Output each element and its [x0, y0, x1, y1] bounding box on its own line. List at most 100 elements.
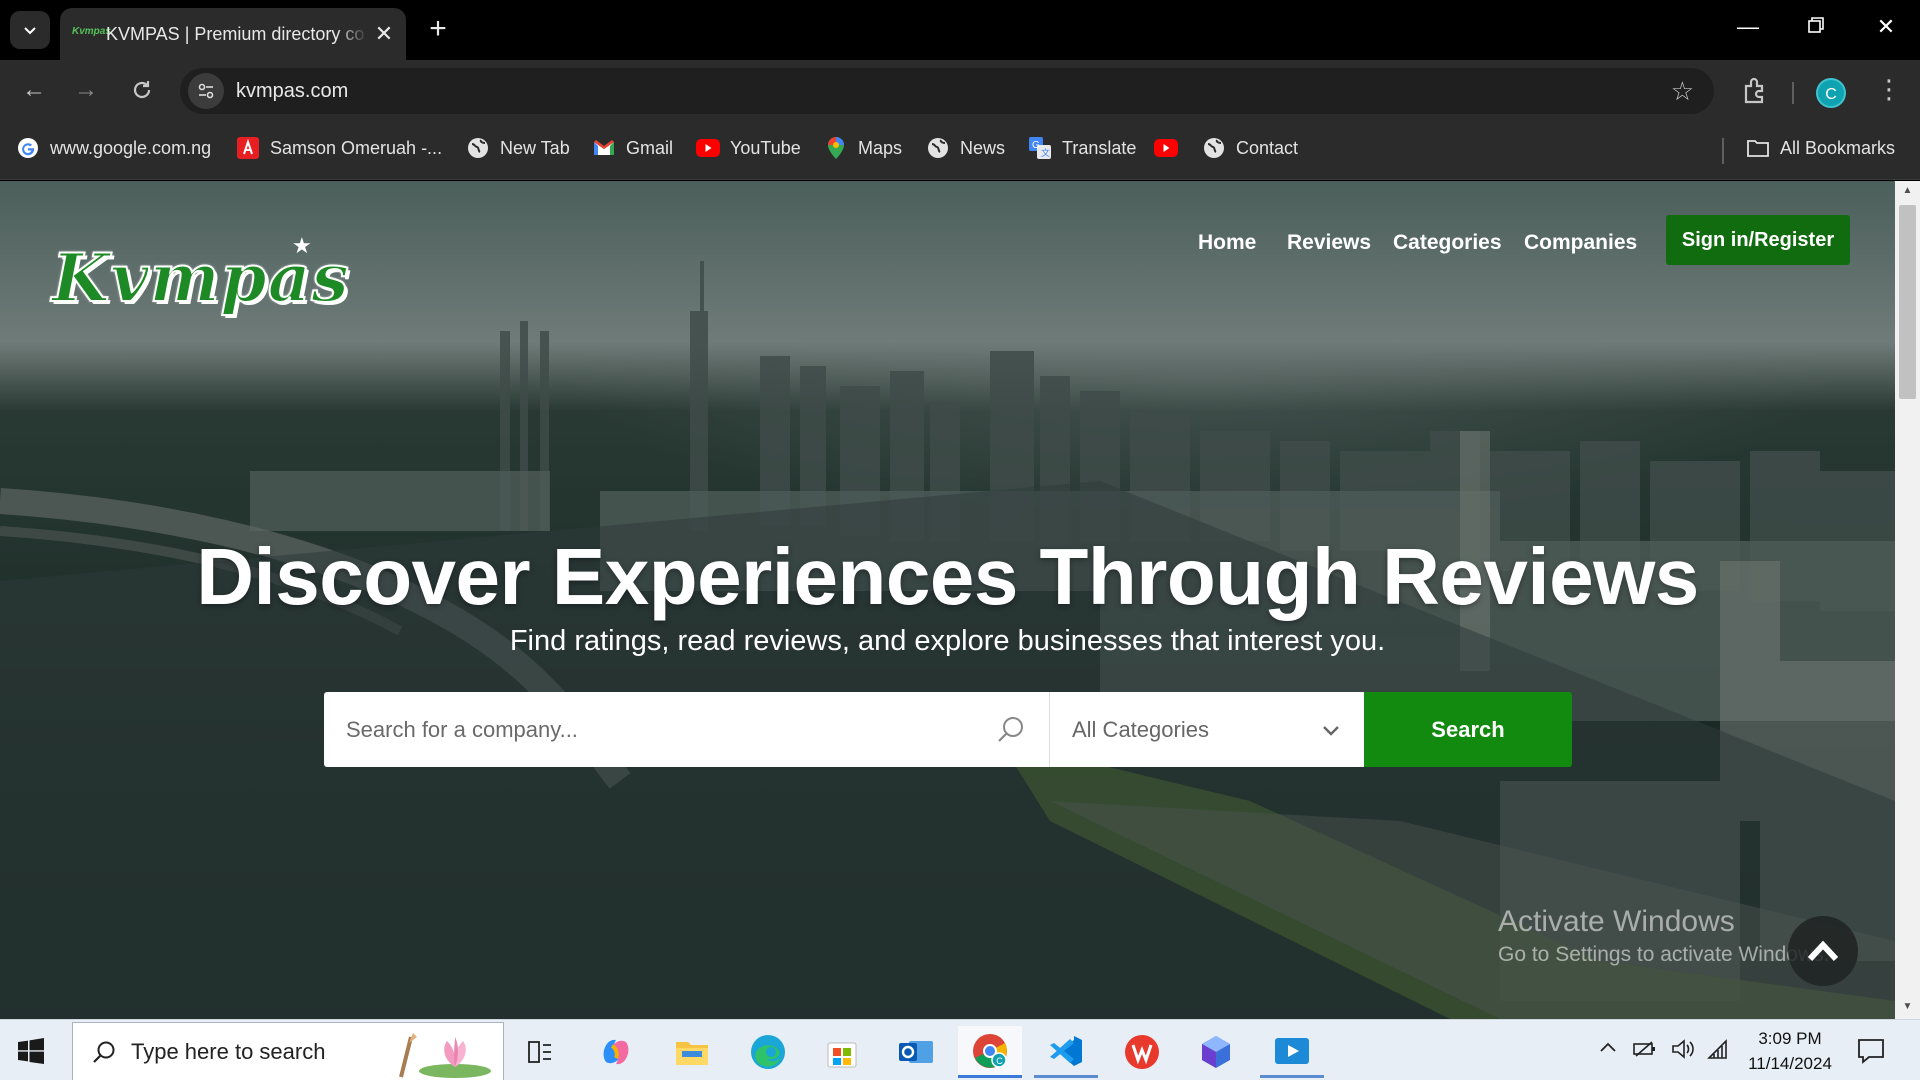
file-explorer-icon[interactable]	[660, 1026, 724, 1078]
youtube-icon	[696, 136, 720, 160]
notifications-icon[interactable]	[1856, 1036, 1886, 1066]
copilot-app-icon[interactable]	[1184, 1026, 1248, 1078]
activate-windows-watermark: Activate Windows Go to Settings to activ…	[1498, 905, 1830, 967]
folder-icon	[1746, 136, 1770, 160]
url-text: kvmpas.com	[236, 79, 349, 102]
bookmark-star-icon[interactable]: ☆	[1671, 76, 1694, 107]
address-bar[interactable]: kvmpas.com ☆	[180, 68, 1714, 114]
google-icon	[16, 136, 40, 160]
scrollbar-thumb[interactable]	[1899, 205, 1916, 399]
vscode-icon[interactable]	[1034, 1026, 1098, 1078]
kvmpas-homepage: Kvmpas ★ Home Reviews Categories Compani…	[0, 181, 1895, 1019]
category-selected-value: All Categories	[1072, 716, 1209, 742]
bookmark-label: YouTube	[730, 137, 801, 158]
all-bookmarks-button[interactable]: All Bookmarks	[1746, 136, 1895, 160]
bookmark-label: Contact	[1236, 137, 1299, 158]
nav-companies[interactable]: Companies	[1524, 231, 1637, 255]
hero-title: Discover Experiences Through Reviews	[196, 532, 1699, 621]
more-menu-icon[interactable]: ⋮	[1876, 74, 1902, 105]
clock-date: 11/14/2024	[1748, 1054, 1832, 1073]
page-scrollbar[interactable]: ▲ ▼	[1895, 181, 1920, 1019]
battery-charging-icon[interactable]	[1632, 1038, 1658, 1060]
bookmark-translate[interactable]: G文 Translate	[1028, 136, 1136, 160]
bookmark-label: News	[960, 137, 1006, 158]
extensions-icon[interactable]	[1740, 76, 1768, 104]
search-icon	[93, 1041, 115, 1063]
gmail-icon	[592, 136, 616, 160]
task-view-icon[interactable]	[508, 1026, 572, 1078]
lotus-decoration-icon	[399, 1033, 491, 1078]
chevron-up-icon[interactable]	[1598, 1038, 1618, 1058]
category-select[interactable]: All Categories	[1050, 692, 1364, 767]
nav-categories[interactable]: Categories	[1393, 231, 1502, 255]
wps-office-icon[interactable]	[1110, 1026, 1174, 1078]
bookmark-maps[interactable]: Maps	[824, 136, 902, 160]
new-tab-button[interactable]: +	[424, 14, 452, 44]
tab-strip: Kvmpas KVMPAS | Premium directory co ✕ +…	[0, 0, 1920, 60]
chevron-up-icon	[1807, 940, 1839, 962]
bookmark-google[interactable]: www.google.com.ng	[16, 136, 211, 160]
nav-reviews[interactable]: Reviews	[1287, 231, 1371, 255]
bookmark-samson[interactable]: Samson Omeruah -...	[236, 136, 442, 160]
taskbar-search-placeholder: Type here to search	[131, 1038, 326, 1064]
copilot-icon[interactable]	[584, 1026, 648, 1078]
bookmark-contact[interactable]: Contact	[1202, 136, 1298, 160]
kvmpas-favicon-icon: Kvmpas	[72, 26, 111, 37]
back-icon[interactable]: ←	[18, 74, 50, 106]
svg-text:G: G	[1032, 140, 1040, 151]
bookmark-youtube[interactable]: YouTube	[696, 136, 801, 160]
minimize-icon[interactable]: —	[1728, 14, 1768, 40]
browser-tab[interactable]: Kvmpas KVMPAS | Premium directory co ✕	[60, 8, 406, 60]
kvmpas-logo[interactable]: Kvmpas ★	[51, 233, 350, 329]
bookmarks-bar: www.google.com.ng Samson Omeruah -... Ne…	[0, 120, 1920, 180]
tab-search-button[interactable]	[10, 11, 50, 49]
nav-home[interactable]: Home	[1198, 231, 1256, 255]
scroll-down-arrow-icon[interactable]: ▼	[1895, 1001, 1920, 1012]
globe-icon	[466, 136, 490, 160]
bookmark-label: www.google.com.ng	[50, 137, 212, 158]
forward-icon[interactable]: →	[70, 74, 102, 106]
restore-icon[interactable]	[1796, 14, 1836, 40]
bookmark-label: Gmail	[626, 137, 674, 158]
windows-start-icon[interactable]	[18, 1038, 44, 1064]
bookmark-youtube-2[interactable]	[1154, 136, 1188, 160]
profile-avatar[interactable]: C	[1816, 78, 1846, 108]
taskbar-clock[interactable]: 3:09 PM 11/14/2024	[1742, 1026, 1838, 1076]
bookmark-new-tab[interactable]: New Tab	[466, 136, 570, 160]
microsoft-store-icon[interactable]	[810, 1026, 874, 1078]
network-icon[interactable]	[1706, 1038, 1732, 1060]
scroll-up-arrow-icon[interactable]: ▲	[1895, 185, 1920, 196]
site-info-icon[interactable]	[188, 73, 224, 109]
acrobat-icon	[236, 136, 260, 160]
svg-text:文: 文	[1041, 147, 1050, 158]
bookmark-label: New Tab	[500, 137, 570, 158]
chrome-taskbar-icon[interactable]: C	[958, 1026, 1022, 1078]
tab-title: KVMPAS | Premium directory co	[106, 23, 365, 44]
bookmark-gmail[interactable]: Gmail	[592, 136, 673, 160]
reload-icon[interactable]	[126, 74, 158, 106]
close-tab-icon[interactable]: ✕	[372, 21, 396, 47]
bookmark-news[interactable]: News	[926, 136, 1005, 160]
watermark-title: Activate Windows	[1498, 905, 1735, 938]
search-field[interactable]	[324, 692, 1050, 767]
taskbar-search-box[interactable]: Type here to search	[72, 1022, 504, 1080]
edge-icon[interactable]	[736, 1026, 800, 1078]
volume-icon[interactable]	[1670, 1038, 1696, 1060]
star-icon: ★	[292, 233, 312, 258]
company-search-input[interactable]	[346, 716, 995, 743]
bookmark-label: Samson Omeruah -...	[270, 137, 443, 158]
globe-icon	[926, 136, 950, 160]
close-window-icon[interactable]: ✕	[1866, 14, 1906, 40]
search-button[interactable]: Search	[1364, 692, 1572, 767]
scroll-to-top-button[interactable]	[1788, 916, 1858, 986]
outlook-icon[interactable]	[884, 1026, 948, 1078]
watermark-subtitle: Go to Settings to activate Windows.	[1498, 943, 1830, 966]
search-icon[interactable]	[995, 714, 1027, 746]
chevron-down-icon	[1323, 725, 1339, 736]
translate-icon: G文	[1028, 136, 1052, 160]
media-player-icon[interactable]	[1260, 1026, 1324, 1078]
globe-icon	[1202, 136, 1226, 160]
sign-in-register-button[interactable]: Sign in/Register	[1666, 215, 1850, 265]
all-bookmarks-label: All Bookmarks	[1780, 137, 1896, 158]
screen: Kvmpas KVMPAS | Premium directory co ✕ +…	[0, 0, 1920, 1080]
